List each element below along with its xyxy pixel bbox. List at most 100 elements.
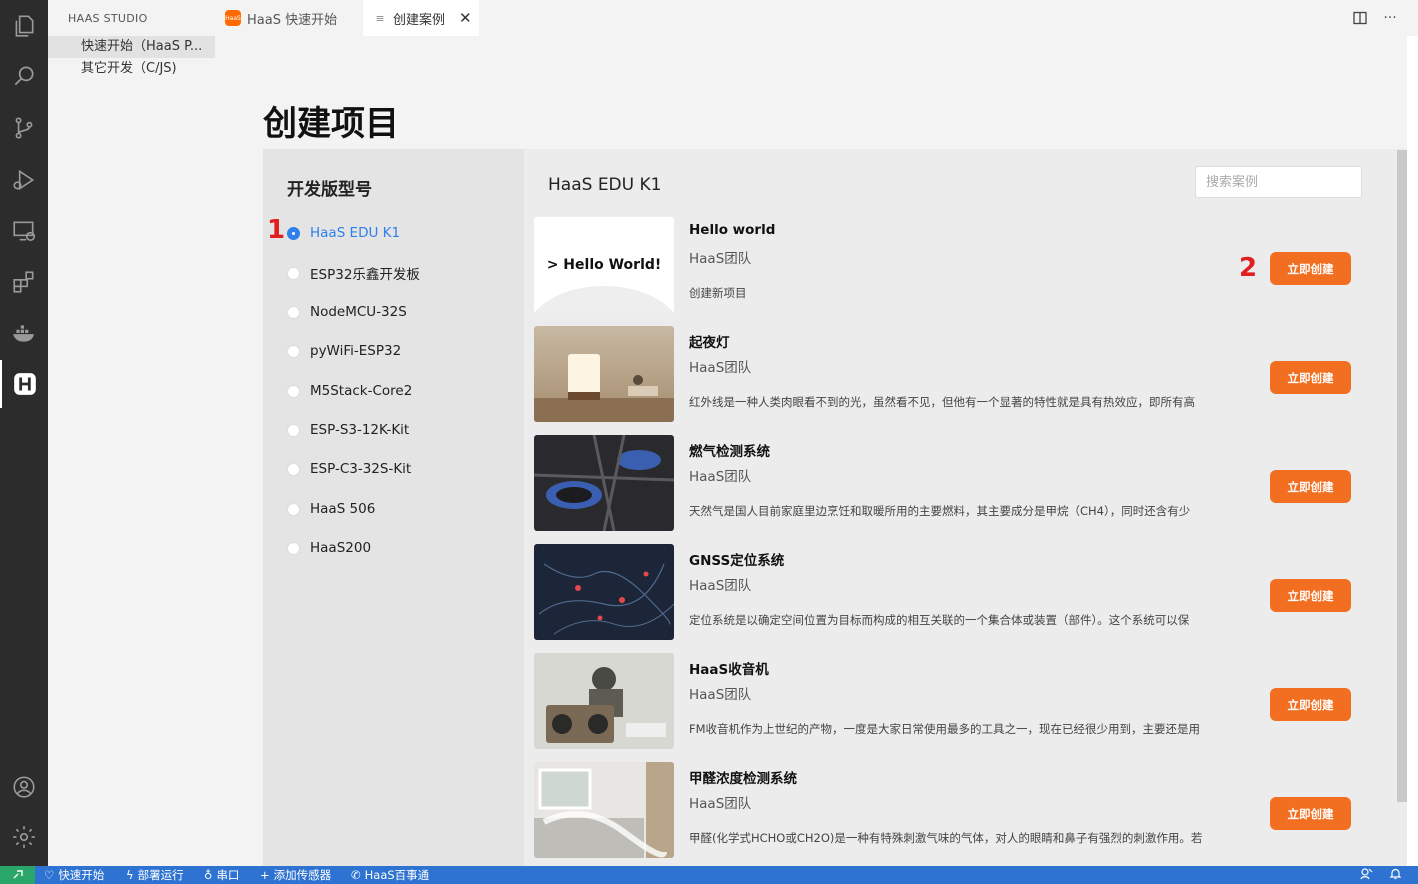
radio-icon[interactable] [287,344,300,358]
status-quick-start[interactable]: ♡ 快速开始 [44,867,104,883]
board-option[interactable]: ESP-S3-12K-Kit [287,419,409,441]
close-icon[interactable]: ✕ [459,9,472,27]
board-option[interactable]: HaaS200 [287,537,371,559]
status-label: 添加传感器 [273,868,332,882]
page-title: 创建项目 [263,104,399,144]
radio-icon[interactable] [287,462,300,476]
heart-icon: ♡ [44,868,55,882]
case-description: 创建新项目 [689,286,747,300]
editor-area: 创建项目 开发版型号 HaaS EDU K1 ESP32乐鑫开发板 NodeMC… [215,36,1407,866]
remote-explorer-icon[interactable] [0,207,48,255]
docker-icon[interactable] [0,309,48,357]
notifications-bell-icon[interactable] [1389,867,1402,883]
activity-bar [0,0,48,866]
board-option[interactable]: pyWiFi-ESP32 [287,340,401,362]
feedback-icon[interactable] [1360,867,1373,883]
account-icon[interactable] [0,763,48,811]
status-serial-port[interactable]: ♁ 串口 [204,867,239,883]
plug-icon: ♁ [204,868,213,882]
board-label: HaaS 506 [310,501,376,517]
phone-icon: ✆ [351,868,361,882]
source-control-icon[interactable] [0,104,48,152]
radio-icon[interactable] [287,502,300,516]
board-option[interactable]: HaaS EDU K1 [287,222,400,244]
haas-studio-icon[interactable] [0,360,48,408]
status-add-sensor[interactable]: + 添加传感器 [260,867,331,883]
remote-indicator-icon[interactable] [0,866,35,884]
split-editor-icon[interactable] [1352,10,1368,26]
project-panel: 开发版型号 HaaS EDU K1 ESP32乐鑫开发板 NodeMCU-32S… [263,149,1407,866]
tab-label: HaaS 快速开始 [247,12,338,28]
search-input[interactable] [1195,166,1362,198]
case-thumbnail: > Hello World! [534,217,674,313]
radio-selected-icon[interactable] [287,226,300,240]
case-description: 甲醛(化学式HCHO或CH2O)是一种有特殊刺激气味的气体，对人的眼睛和鼻子有强… [689,831,1203,845]
board-option[interactable]: ESP32乐鑫开发板 [287,262,420,284]
night-lamp-image [534,326,674,422]
document-icon: ≡ [375,11,385,25]
board-label: ESP-S3-12K-Kit [310,422,410,438]
gas-stove-image [534,435,674,531]
status-label: 串口 [216,868,240,882]
editor-actions: ··· [1352,10,1398,26]
case-author: HaaS团队 [689,360,752,376]
case-author: HaaS团队 [689,251,752,267]
lightning-icon: ϟ [126,868,134,882]
create-now-button[interactable]: 立即创建 [1270,797,1351,830]
create-now-button[interactable]: 立即创建 [1270,470,1351,503]
case-author: HaaS团队 [689,578,752,594]
case-description: 定位系统是以确定空间位置为目标而构成的相互关联的一个集合体或装置（部件）。这个系… [689,613,1190,627]
board-option[interactable]: NodeMCU-32S [287,301,407,323]
run-debug-icon[interactable] [0,156,48,204]
search-icon[interactable] [0,52,48,100]
create-now-button[interactable]: 立即创建 [1270,252,1351,285]
formaldehyde-room-image [534,762,674,858]
case-author: HaaS团队 [689,796,752,812]
radio-icon[interactable] [287,305,300,319]
radio-icon[interactable] [287,541,300,555]
board-label: ESP-C3-32S-Kit [310,461,412,477]
scrollbar-track[interactable] [1407,36,1418,866]
case-description: FM收音机作为上世纪的产物，一度是大家日常使用最多的工具之一，现在已经很少用到，… [689,722,1201,736]
case-title: GNSS定位系统 [689,553,785,569]
sidebar-title: HAAS STUDIO [68,12,148,25]
case-card: 甲醛浓度检测系统 HaaS团队 甲醛(化学式HCHO或CH2O)是一种有特殊刺激… [534,762,1394,858]
radio-icon[interactable] [287,384,300,398]
board-label: ESP32乐鑫开发板 [310,267,420,283]
more-actions-icon[interactable]: ··· [1382,10,1398,26]
sidebar-item-other-dev[interactable]: 其它开发（C/JS) [48,58,215,80]
case-title: 甲醛浓度检测系统 [689,771,797,787]
board-label: NodeMCU-32S [310,304,407,320]
create-now-button[interactable]: 立即创建 [1270,361,1351,394]
plus-icon: + [260,868,270,882]
radio-icon[interactable] [287,266,300,280]
tab-haas-quick-start[interactable]: HaaS HaaS 快速开始 [215,0,361,36]
sidebar-item-quick-start[interactable]: 快速开始（HaaS P... [48,36,215,58]
board-option[interactable]: M5Stack-Core2 [287,380,412,402]
annotation-marker-1: 1 [267,215,286,245]
extensions-icon[interactable] [0,258,48,306]
status-label: HaaS百事通 [364,868,430,882]
radio-icon[interactable] [287,423,300,437]
case-title: Hello world [689,222,776,238]
gnss-map-image [534,544,674,640]
status-deploy-run[interactable]: ϟ 部署运行 [126,867,184,883]
settings-gear-icon[interactable] [0,813,48,861]
haas-logo-icon: HaaS [225,10,241,26]
board-label: HaaS200 [310,540,372,556]
board-option[interactable]: HaaS 506 [287,498,375,520]
board-option[interactable]: ESP-C3-32S-Kit [287,458,411,480]
tab-bar: HaaS HaaS 快速开始 ≡ 创建案例 ✕ ··· [215,0,1418,36]
create-now-button[interactable]: 立即创建 [1270,688,1351,721]
create-now-button[interactable]: 立即创建 [1270,579,1351,612]
status-bar: ♡ 快速开始 ϟ 部署运行 ♁ 串口 + 添加传感器 ✆ HaaS百事通 [0,866,1418,884]
case-author: HaaS团队 [689,687,752,703]
explorer-icon[interactable] [0,2,48,50]
scrollbar-thumb[interactable] [1397,150,1407,802]
status-label: 快速开始 [58,868,105,882]
case-card: HaaS收音机 HaaS团队 FM收音机作为上世纪的产物，一度是大家日常使用最多… [534,653,1394,749]
status-haas-help[interactable]: ✆ HaaS百事通 [351,867,429,883]
tab-create-case[interactable]: ≡ 创建案例 ✕ [363,0,479,36]
case-title: HaaS收音机 [689,662,769,678]
thumb-text: > Hello World! [547,257,662,273]
